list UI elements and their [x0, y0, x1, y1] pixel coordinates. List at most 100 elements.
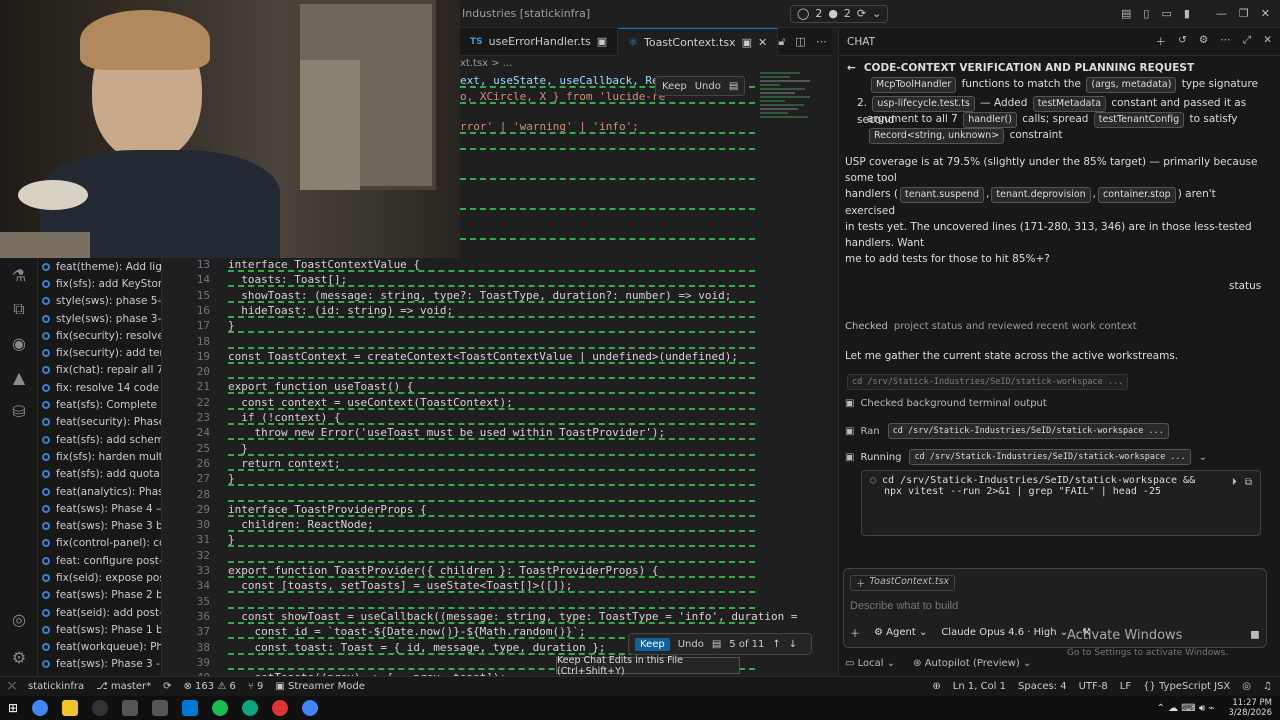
add-context-icon[interactable]: ＋ [850, 625, 860, 640]
file-chip[interactable]: usp-lifecycle.test.ts [872, 96, 975, 112]
eol[interactable]: LF [1120, 681, 1131, 692]
arrow-up-icon[interactable]: ↑ [772, 639, 780, 650]
ran-command-row[interactable]: ▣ Ran cd /srv/Statick-Industries/SeID/st… [845, 423, 1171, 439]
commit-item[interactable]: feat(sws): Phase 1 ba... [38, 621, 161, 638]
commit-item[interactable]: feat(sfs): Complete S... [38, 396, 161, 413]
arrow-down-icon[interactable]: ↓ [789, 639, 797, 650]
commit-item[interactable]: fix(chat): repair all 7 ... [38, 362, 161, 379]
sync-icon[interactable]: ⟳ [163, 681, 171, 692]
commit-item[interactable]: feat(sfs): add schema... [38, 431, 161, 448]
chat-prompt-input[interactable] [850, 597, 1150, 615]
model-dropdown[interactable]: Claude Opus 4.6 · High ⌄ [941, 627, 1068, 638]
running-command-row[interactable]: ▣ Running cd /srv/Statick-Industries/SeI… [845, 449, 1207, 465]
commit-item[interactable]: feat(sws): Phase 4 — ... [38, 500, 161, 517]
tab-toastcontext[interactable]: ⚛ ToastContext.tsx ▣ ✕ [618, 27, 779, 56]
top-keep-button[interactable]: Keep [662, 81, 687, 92]
commit-item[interactable]: style(sws): phase 5-6 ... [38, 293, 161, 310]
github-icon[interactable] [92, 700, 109, 716]
app-icon[interactable] [122, 700, 139, 716]
gear-icon[interactable]: ⚙ [1199, 34, 1208, 49]
close-window-icon[interactable]: ✕ [1261, 7, 1270, 20]
close-tab-icon[interactable]: ✕ [758, 36, 767, 49]
github-icon[interactable]: ◉ [0, 326, 38, 360]
commit-item[interactable]: fix(control-panel): co... [38, 535, 161, 552]
commit-item[interactable]: feat(sws): Phase 2 ba... [38, 587, 161, 604]
close-icon[interactable]: ✕ [1263, 34, 1272, 49]
more-actions-icon[interactable]: ⋯ [1220, 34, 1231, 49]
commit-item[interactable]: feat(workqueue): Pha... [38, 639, 161, 656]
vscode-icon[interactable] [182, 700, 199, 716]
commit-item[interactable]: fix(security): resolve ... [38, 327, 161, 344]
copilot-icon[interactable]: ◎ [1242, 681, 1251, 692]
diff-icon[interactable]: ▤ [712, 639, 721, 650]
encoding[interactable]: UTF-8 [1079, 681, 1108, 692]
azure-icon[interactable]: ▲ [0, 360, 38, 394]
chevron-down-icon[interactable]: ⌄ [1199, 452, 1207, 463]
autopilot-dropdown[interactable]: ⊛ Autopilot (Preview) ⌄ [913, 658, 1031, 669]
folder-icon[interactable] [62, 700, 79, 716]
code-chip[interactable]: handler() [963, 112, 1017, 128]
code-chip[interactable]: McpToolHandler [871, 77, 957, 93]
local-dropdown[interactable]: ▭ Local ⌄ [845, 658, 895, 669]
commit-item[interactable]: feat(seid): add post-l... [38, 604, 161, 621]
minimize-icon[interactable]: — [1216, 7, 1227, 20]
minimap[interactable] [760, 70, 818, 238]
history-icon[interactable]: ↺ [1178, 34, 1187, 49]
chat-tab[interactable]: CHAT [847, 36, 875, 48]
chrome-icon[interactable] [302, 700, 319, 716]
sidebar-toggle-icon[interactable]: ▯ [1143, 7, 1149, 20]
commit-item[interactable]: feat: configure post-l... [38, 552, 161, 569]
commit-item[interactable]: feat(sws): Phase 3 ba... [38, 517, 161, 534]
ports-indicator[interactable]: ⑂ 9 [248, 681, 264, 692]
restore-icon[interactable]: ❐ [1239, 7, 1249, 20]
commit-item[interactable]: feat(sws): Phase 3 - ... [38, 656, 161, 673]
diff-icon[interactable]: ▤ [729, 81, 738, 92]
code-chip[interactable]: testMetadata [1032, 96, 1107, 112]
code-chip[interactable]: tenant.suspend [900, 187, 985, 203]
stop-icon[interactable]: ◼ [1250, 627, 1260, 641]
code-chip[interactable]: testTenantConfig [1093, 112, 1185, 128]
streamer-mode-indicator[interactable]: ▣ Streamer Mode [275, 681, 365, 692]
open-terminal-icon[interactable]: ⧉ [1245, 477, 1252, 488]
indentation[interactable]: Spaces: 4 [1018, 681, 1067, 692]
more-actions-icon[interactable]: ⋯ [816, 35, 827, 49]
commit-item[interactable]: fix(sfs): add KeyStora... [38, 275, 161, 292]
code-editor[interactable]: interface ToastContextValue { toasts: To… [218, 258, 832, 676]
commit-item[interactable]: fix(security): add ten... [38, 344, 161, 361]
chatgpt-icon[interactable] [242, 700, 259, 716]
clock[interactable]: 11:27 PM 3/28/2026 [1228, 698, 1272, 718]
agent-mode-dropdown[interactable]: ⚙ Agent ⌄ [874, 627, 927, 638]
commit-item[interactable]: fix(seid): expose post... [38, 569, 161, 586]
commit-item[interactable]: feat(security): Phase ... [38, 414, 161, 431]
tray-icons[interactable]: ⌃ ☁ ⌨ 🔊︎ ⌁ [1157, 703, 1215, 714]
branch-indicator[interactable]: ⎇ master* [96, 681, 151, 692]
commit-item[interactable]: fix: resolve 14 code r... [38, 379, 161, 396]
commit-item[interactable]: fix(sfs): harden multi-... [38, 448, 161, 465]
back-icon[interactable]: ← [847, 62, 856, 74]
undo-button[interactable]: Undo [678, 639, 704, 650]
tab-useerrorhandler[interactable]: TS useErrorHandler.ts ▣ [460, 27, 619, 56]
panel-toggle-icon[interactable]: ▭ [1161, 7, 1171, 20]
remote-icon[interactable]: ⤫ [8, 681, 16, 692]
code-chip[interactable]: (args, metadata) [1086, 77, 1177, 93]
cursor-position[interactable]: Ln 1, Col 1 [953, 681, 1006, 692]
ports-indicator[interactable]: ◯ 2 ● 2 ⟳ ⌄ [790, 4, 889, 23]
problems-indicator[interactable]: ⊗ 163 ⚠ 6 [183, 681, 235, 692]
commit-item[interactable]: feat(analytics): Phase... [38, 483, 161, 500]
code-chip[interactable]: Record<string, unknown> [869, 128, 1005, 144]
maximize-icon[interactable]: ⤢ [1243, 34, 1251, 49]
terminal-output-row[interactable]: ▣ Checked background terminal output [845, 398, 1047, 409]
new-chat-icon[interactable]: ＋ [1156, 34, 1167, 49]
commit-item[interactable]: feat(theme): Add ligh... [38, 258, 161, 275]
account-icon[interactable]: ◎ [0, 602, 38, 636]
windows-start-icon[interactable]: ⊞ [8, 701, 18, 715]
language-mode[interactable]: {} TypeScript JSX [1143, 681, 1230, 692]
code-chip[interactable]: tenant.deprovision [991, 187, 1091, 203]
app-icon[interactable] [272, 700, 289, 716]
layout-toggle-icon[interactable]: ▤ [1121, 7, 1131, 20]
zoom-icon[interactable]: ⊕ [932, 681, 940, 692]
attachment-chip[interactable]: ＋ ToastContext.tsx [850, 575, 956, 591]
spotify-icon[interactable] [212, 700, 229, 716]
gear-icon[interactable]: ⚙ [0, 640, 38, 674]
bell-icon[interactable]: ♫ [1263, 681, 1272, 692]
